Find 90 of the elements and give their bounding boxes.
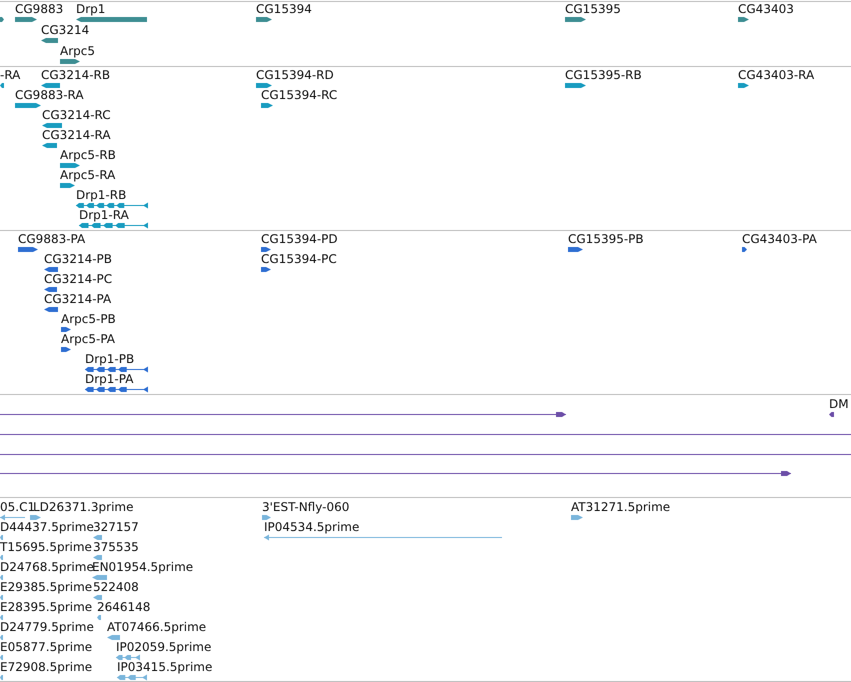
feature-label: CG43403-PA <box>742 232 817 246</box>
feature-label: LD26371.3prime <box>33 500 134 514</box>
feature-label: 3'EST-Nfly-060 <box>262 500 350 514</box>
feature-label: CG9883 <box>15 2 64 16</box>
feature-glyph[interactable] <box>44 307 58 312</box>
feature-label: 522408 <box>93 580 139 594</box>
feature-label: CG3214 <box>41 23 90 37</box>
feature-label: Drp1-RB <box>76 188 126 202</box>
feature-label: Drp1-PB <box>85 352 134 366</box>
feature-label: Arpc5 <box>60 44 95 58</box>
feature-glyph[interactable] <box>738 83 749 88</box>
feature-glyph[interactable] <box>568 247 583 252</box>
feature-label: CG15394-PD <box>261 232 338 246</box>
feature-glyph[interactable] <box>261 267 271 272</box>
feature-label: CG3214-RC <box>42 108 111 122</box>
feature-label: CG3214-RB <box>41 68 110 82</box>
feature-glyph[interactable] <box>60 163 80 168</box>
feature-label: CG3214-PA <box>44 292 112 306</box>
feature-label: T15695.5prime <box>0 540 92 554</box>
feature-label: CG3214-PB <box>44 252 112 266</box>
feature-glyph[interactable] <box>42 123 62 128</box>
feature-label: CG15394 <box>256 2 312 16</box>
feature-glyph[interactable] <box>256 83 272 88</box>
feature-glyph[interactable] <box>78 222 148 228</box>
feature-glyph[interactable] <box>565 17 586 22</box>
feature-label: CG43403 <box>738 2 794 16</box>
feature-glyph[interactable] <box>41 83 60 88</box>
feature-glyph[interactable] <box>256 17 272 22</box>
feature-label: CG9883-RA <box>15 88 84 102</box>
feature-glyph[interactable] <box>18 247 38 252</box>
feature-label: 05.C1 <box>0 500 36 514</box>
feature-glyph[interactable] <box>44 267 58 272</box>
feature-glyph[interactable] <box>15 103 41 108</box>
feature-glyph[interactable] <box>41 38 58 43</box>
feature-glyph[interactable] <box>565 83 586 88</box>
feature-label: IP04534.5prime <box>264 520 360 534</box>
feature-label: E28395.5prime <box>0 600 92 614</box>
feature-glyph[interactable] <box>61 327 71 332</box>
feature-label: CG15395 <box>565 2 621 16</box>
feature-label: Arpc5-PB <box>61 312 116 326</box>
feature-label: CG43403-RA <box>738 68 814 82</box>
feature-glyph[interactable] <box>84 386 148 392</box>
feature-glyph[interactable] <box>76 17 147 22</box>
feature-glyph[interactable] <box>60 183 75 188</box>
feature-glyph[interactable] <box>84 366 148 372</box>
feature-label: CG15395-RB <box>565 68 642 82</box>
feature-glyph[interactable] <box>261 247 271 252</box>
feature-glyph[interactable] <box>742 247 747 252</box>
feature-label: Arpc5-RA <box>60 168 116 182</box>
feature-glyph[interactable] <box>0 83 4 88</box>
feature-label: CG15394-RC <box>261 88 338 102</box>
feature-label: CG15394-PC <box>261 252 337 266</box>
feature-glyph[interactable] <box>829 412 834 417</box>
feature-label: -RA <box>0 68 20 82</box>
feature-label: EN01954.5prime <box>92 560 194 574</box>
feature-glyph[interactable] <box>76 202 148 208</box>
feature-label: IP02059.5prime <box>116 640 212 654</box>
feature-label: Drp1-RA <box>79 208 129 222</box>
feature-glyph[interactable] <box>738 17 749 22</box>
feature-glyph[interactable] <box>0 412 566 417</box>
feature-glyph[interactable] <box>0 471 792 476</box>
feature-glyph[interactable] <box>42 143 57 148</box>
feature-label: 2646148 <box>97 600 150 614</box>
feature-label: CG15394-RD <box>256 68 334 82</box>
feature-label: CG15395-PB <box>568 232 644 246</box>
feature-label: Arpc5-RB <box>60 148 116 162</box>
feature-label: DM <box>829 397 849 411</box>
feature-glyph[interactable] <box>0 17 4 22</box>
feature-label: CG3214-RA <box>42 128 111 142</box>
feature-glyph[interactable] <box>15 17 37 22</box>
feature-label: CG9883-PA <box>18 232 86 246</box>
feature-glyph[interactable] <box>60 59 80 64</box>
feature-label: 375535 <box>93 540 139 554</box>
feature-label: E29385.5prime <box>0 580 92 594</box>
feature-label: E72908.5prime <box>0 660 92 674</box>
feature-glyph[interactable] <box>61 347 71 352</box>
feature-label: Arpc5-PA <box>61 332 115 346</box>
feature-label: AT31271.5prime <box>571 500 670 514</box>
feature-label: Drp1-PA <box>85 372 134 386</box>
feature-label: Drp1 <box>76 2 106 16</box>
feature-glyph[interactable] <box>261 103 273 108</box>
feature-label: CG3214-PC <box>44 272 112 286</box>
feature-label: IP03415.5prime <box>117 660 212 674</box>
feature-label: 327157 <box>93 520 139 534</box>
feature-label: D24779.5prime <box>0 620 94 634</box>
feature-label: D24768.5prime <box>0 560 94 574</box>
feature-label: D44437.5prime <box>0 520 94 534</box>
feature-label: AT07466.5prime <box>107 620 206 634</box>
feature-label: E05877.5prime <box>0 640 92 654</box>
feature-glyph[interactable] <box>44 287 57 292</box>
